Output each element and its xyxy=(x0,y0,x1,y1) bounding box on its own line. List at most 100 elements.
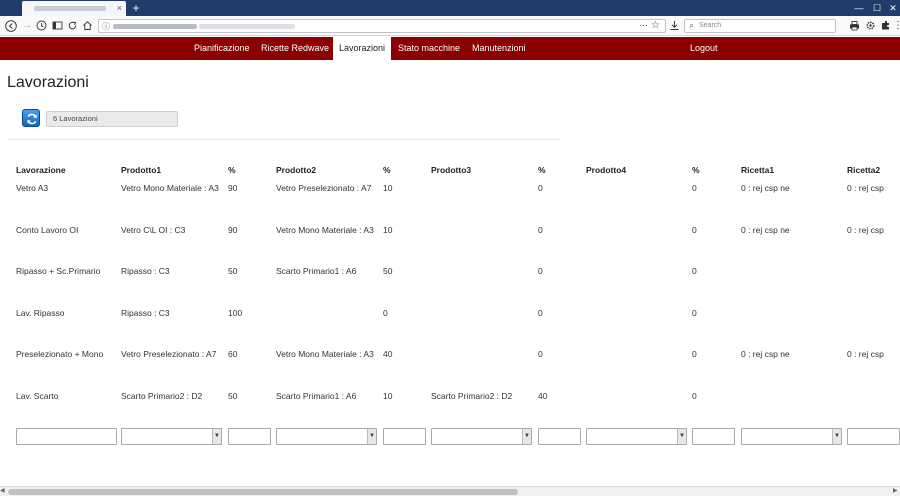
cell-percent-1: 100 xyxy=(228,308,243,318)
settings-gear-icon[interactable] xyxy=(864,20,876,32)
browser-tab[interactable]: × xyxy=(22,1,126,16)
cell-percent-3: 0 xyxy=(538,349,543,359)
cell-ricetta1: 0 : rej csp ne xyxy=(741,183,790,193)
minimize-icon[interactable]: — xyxy=(852,1,866,15)
nav-pianificazione[interactable]: Pianificazione xyxy=(194,37,250,60)
maximize-icon[interactable]: ☐ xyxy=(870,1,884,15)
chevron-down-icon: ▼ xyxy=(522,429,531,444)
cell-percent-4: 0 xyxy=(692,183,697,193)
divider xyxy=(8,139,560,140)
cell-percent-4: 0 xyxy=(692,225,697,235)
cell-percent-1: 60 xyxy=(228,349,238,359)
cell-prodotto2: Vetro Mono Materiale : A3 xyxy=(276,349,374,359)
cell-prodotto1: Vetro Mono Materiale : A3 xyxy=(121,183,219,193)
extensions-icon[interactable] xyxy=(879,20,891,32)
cell-lavorazione[interactable]: Preselezionato + Mono xyxy=(16,349,103,359)
cell-lavorazione[interactable]: Lav. Ripasso xyxy=(16,308,65,318)
cell-percent-2: 50 xyxy=(383,266,393,276)
page-title: Lavorazioni xyxy=(7,74,89,91)
cell-percent-2: 40 xyxy=(383,349,393,359)
cell-prodotto1: Vetro C\L OI : C3 xyxy=(121,225,186,235)
scroll-left-icon[interactable]: ◀ xyxy=(0,487,7,496)
site-info-icon[interactable]: ⓘ xyxy=(102,21,110,32)
cell-percent-3: 0 xyxy=(538,183,543,193)
page-actions-icon[interactable]: ··· xyxy=(639,20,648,30)
new-percent-3-input[interactable] xyxy=(538,428,581,445)
cell-percent-3: 40 xyxy=(538,391,548,401)
header-percent-2: % xyxy=(383,165,391,175)
horizontal-scrollbar[interactable]: ◀ ▶ xyxy=(0,486,900,496)
new-percent-2-input[interactable] xyxy=(383,428,426,445)
cell-ricetta2: 0 : rej csp xyxy=(847,349,884,359)
header-percent-4: % xyxy=(692,165,700,175)
cell-percent-4: 0 xyxy=(692,391,697,401)
browser-search-input[interactable]: ⌕ Search xyxy=(684,19,836,33)
cell-ricetta2: 0 : rej csp xyxy=(847,183,884,193)
chevron-down-icon: ▼ xyxy=(212,429,221,444)
nav-stato-macchine[interactable]: Stato macchine xyxy=(398,37,460,60)
header-percent-3: % xyxy=(538,165,546,175)
cell-percent-2: 10 xyxy=(383,225,393,235)
scroll-right-icon[interactable]: ▶ xyxy=(893,487,900,496)
browser-tab-strip: × + — ☐ ✕ xyxy=(0,0,900,16)
cell-percent-3: 0 xyxy=(538,225,543,235)
new-ricetta1-select[interactable]: ▼ xyxy=(741,428,842,445)
cell-prodotto1: Vetro Preselezionato : A7 xyxy=(121,349,217,359)
cell-percent-1: 90 xyxy=(228,183,238,193)
nav-ricette-redwave[interactable]: Ricette Redwave xyxy=(261,37,329,60)
refresh-button[interactable] xyxy=(22,109,40,127)
cell-lavorazione[interactable]: Ripasso + Sc.Primario xyxy=(16,266,100,276)
close-window-icon[interactable]: ✕ xyxy=(886,1,900,15)
chevron-down-icon: ▼ xyxy=(677,429,686,444)
back-icon[interactable] xyxy=(5,20,17,32)
new-percent-1-input[interactable] xyxy=(228,428,271,445)
cell-ricetta1: 0 : rej csp ne xyxy=(741,349,790,359)
history-icon[interactable] xyxy=(35,20,47,32)
cell-percent-4: 0 xyxy=(692,308,697,318)
header-prodotto1: Prodotto1 xyxy=(121,165,162,175)
new-prodotto3-select[interactable]: ▼ xyxy=(431,428,532,445)
logout-link[interactable]: Logout xyxy=(690,37,718,60)
browser-toolbar: → ⓘ ··· ☆ ⌕ Search ⋮ xyxy=(0,16,900,36)
reload-icon[interactable] xyxy=(66,20,78,32)
cell-lavorazione[interactable]: Conto Lavoro OI xyxy=(16,225,78,235)
forward-icon[interactable]: → xyxy=(21,20,33,32)
cell-prodotto3: Scarto Primario2 : D2 xyxy=(431,391,513,401)
nav-lavorazioni[interactable]: Lavorazioni xyxy=(333,37,392,60)
chevron-down-icon: ▼ xyxy=(832,429,841,444)
home-icon[interactable] xyxy=(81,20,93,32)
nav-manutenzioni[interactable]: Manutenzioni xyxy=(472,37,526,60)
header-prodotto2: Prodotto2 xyxy=(276,165,317,175)
cell-lavorazione[interactable]: Vetro A3 xyxy=(16,183,48,193)
url-redacted xyxy=(113,24,197,29)
bookmark-star-icon[interactable]: ☆ xyxy=(651,20,660,31)
new-ricetta2-select[interactable] xyxy=(847,428,900,445)
new-tab-button[interactable]: + xyxy=(130,1,142,15)
chevron-down-icon: ▼ xyxy=(367,429,376,444)
new-prodotto2-select[interactable]: ▼ xyxy=(276,428,377,445)
cell-percent-1: 50 xyxy=(228,266,238,276)
address-bar[interactable]: ⓘ ··· ☆ xyxy=(98,19,666,33)
search-placeholder: Search xyxy=(699,22,722,29)
new-prodotto4-select[interactable]: ▼ xyxy=(586,428,687,445)
overflow-menu-icon[interactable]: ⋮ xyxy=(892,20,900,32)
header-ricetta2: Ricetta2 xyxy=(847,165,881,175)
new-prodotto1-select[interactable]: ▼ xyxy=(121,428,222,445)
cell-percent-2: 10 xyxy=(383,183,393,193)
sidebar-icon[interactable] xyxy=(51,20,63,32)
cell-percent-2: 10 xyxy=(383,391,393,401)
new-percent-4-input[interactable] xyxy=(692,428,735,445)
print-icon[interactable] xyxy=(848,20,860,32)
search-icon: ⌕ xyxy=(689,20,695,30)
app-top-nav: Pianificazione Ricette Redwave Lavorazio… xyxy=(0,37,900,60)
new-lavorazione-input[interactable] xyxy=(16,428,117,445)
tab-close-icon[interactable]: × xyxy=(117,3,122,13)
cell-prodotto1: Ripasso : C3 xyxy=(121,308,170,318)
cell-percent-3: 0 xyxy=(538,308,543,318)
scrollbar-thumb[interactable] xyxy=(8,489,518,495)
downloads-icon[interactable] xyxy=(668,20,680,32)
cell-prodotto1: Scarto Primario2 : D2 xyxy=(121,391,203,401)
cell-prodotto2: Scarto Primario1 : A6 xyxy=(276,266,357,276)
cell-percent-4: 0 xyxy=(692,266,697,276)
cell-lavorazione[interactable]: Lav. Scarto xyxy=(16,391,58,401)
